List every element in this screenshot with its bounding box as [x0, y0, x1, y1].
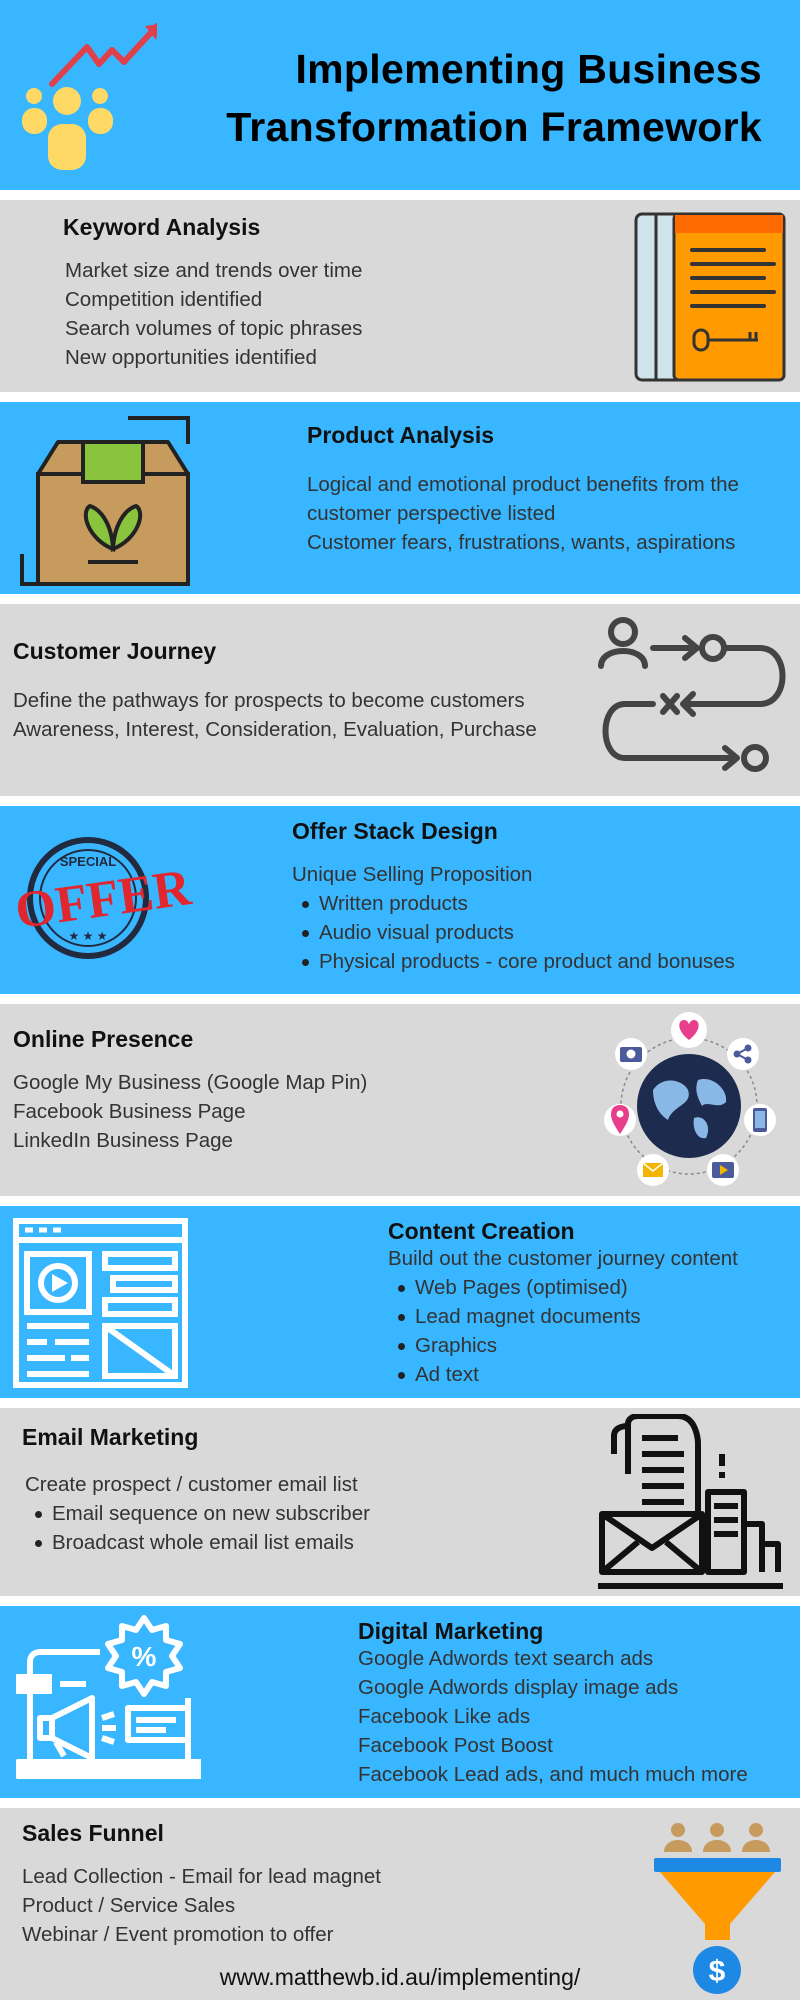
section-offer-stack-design: SPECIAL ★ ★ ★ OFFER Offer Stack Design U… [0, 806, 800, 994]
list-item: Graphics [388, 1331, 738, 1360]
list-item: Facebook Business Page [13, 1100, 246, 1123]
email-document-icon [598, 1414, 783, 1589]
section-items: Logical and emotional product benefits f… [307, 470, 739, 557]
section-title: Online Presence [13, 1026, 194, 1052]
section-items: Define the pathways for prospects to bec… [13, 686, 537, 744]
footer-url[interactable]: www.matthewb.id.au/implementing/ [0, 1964, 800, 1991]
list-item: Facebook Like ads [358, 1705, 531, 1728]
section-content-creation: Content Creation Build out the customer … [0, 1206, 800, 1398]
percent-symbol: % [132, 1641, 157, 1672]
list-item: Product / Service Sales [22, 1894, 236, 1917]
list-item: Customer fears, frustrations, wants, asp… [307, 531, 736, 554]
team-growth-icon [22, 23, 157, 170]
section-title: Sales Funnel [22, 1820, 164, 1846]
list-item: Define the pathways for prospects to bec… [13, 689, 525, 712]
section-title: Product Analysis [307, 422, 495, 448]
section-items: Google Adwords text search ads Google Ad… [358, 1644, 748, 1789]
list-item: Written products [292, 889, 735, 918]
growth-arrow-icon [49, 23, 157, 87]
section-items: Build out the customer journey content W… [388, 1244, 738, 1389]
list-item: Competition identified [65, 288, 263, 311]
list-item: Create prospect / customer email list [25, 1473, 358, 1496]
section-items: Google My Business (Google Map Pin) Face… [13, 1068, 367, 1155]
list-item: Physical products - core product and bon… [292, 947, 735, 976]
section-items: Lead Collection - Email for lead magnet … [22, 1862, 381, 1949]
page-title: Implementing Business Transformation Fra… [226, 40, 762, 156]
list-item: Facebook Lead ads, and much much more [358, 1763, 748, 1786]
list-item: Market size and trends over time [65, 259, 363, 282]
share-icon [727, 1038, 759, 1070]
list-item: Google My Business (Google Map Pin) [13, 1071, 368, 1094]
web-layout-icon [13, 1218, 188, 1388]
list-item: Webinar / Event promotion to offer [22, 1923, 334, 1946]
megaphone-discount-icon: % [16, 1615, 201, 1779]
section-title: Keyword Analysis [63, 214, 261, 240]
section-title: Offer Stack Design [292, 818, 498, 844]
list-item: Search volumes of topic phrases [65, 317, 363, 340]
section-title: Customer Journey [13, 638, 217, 664]
section-customer-journey: Customer Journey Define the pathways for… [0, 604, 800, 796]
section-online-presence: Online Presence Google My Business (Goog… [0, 1004, 800, 1196]
title-line-2: Transformation Framework [226, 104, 762, 150]
list-item: customer perspective listed [307, 502, 556, 525]
list-item: Google Adwords text search ads [358, 1647, 654, 1670]
section-email-marketing: Email Marketing Create prospect / custom… [0, 1408, 800, 1596]
list-item: Facebook Post Boost [358, 1734, 553, 1757]
keyword-book-icon [634, 212, 786, 382]
list-item: Ad text [388, 1360, 738, 1389]
section-items: Create prospect / customer email list Em… [25, 1470, 370, 1557]
list-item: New opportunities identified [65, 346, 317, 369]
section-keyword-analysis: Keyword Analysis Market size and trends … [0, 200, 800, 392]
section-digital-marketing: % Digital Marketing Google Adwords text … [0, 1606, 800, 1798]
list-item: Google Adwords display image ads [358, 1676, 679, 1699]
journey-path-icon [598, 617, 786, 772]
product-box-icon [20, 416, 190, 586]
list-item: LinkedIn Business Page [13, 1129, 233, 1152]
globe-network-icon [604, 1012, 776, 1186]
list-item: Awareness, Interest, Consideration, Eval… [13, 718, 537, 741]
section-product-analysis: Product Analysis Logical and emotional p… [0, 402, 800, 594]
section-items: Market size and trends over time Competi… [65, 256, 362, 372]
list-item: Lead Collection - Email for lead magnet [22, 1865, 381, 1888]
list-item: Email sequence on new subscriber [25, 1499, 370, 1528]
section-title: Email Marketing [22, 1424, 199, 1450]
header-banner: Implementing Business Transformation Fra… [0, 0, 800, 190]
people-icon [664, 1823, 770, 1852]
section-title: Content Creation [388, 1218, 575, 1244]
list-item: Logical and emotional product benefits f… [307, 473, 739, 496]
list-item: Web Pages (optimised) [388, 1273, 738, 1302]
section-items: Unique Selling Proposition Written produ… [292, 860, 735, 976]
list-item: Audio visual products [292, 918, 735, 947]
list-item: Unique Selling Proposition [292, 863, 533, 886]
list-item: Broadcast whole email list emails [25, 1528, 370, 1557]
special-offer-stamp-icon: SPECIAL ★ ★ ★ OFFER [12, 837, 196, 959]
list-item: Lead magnet documents [388, 1302, 738, 1331]
section-title: Digital Marketing [358, 1618, 544, 1644]
list-item: Build out the customer journey content [388, 1247, 738, 1270]
stamp-top-text: SPECIAL [60, 854, 116, 869]
section-sales-funnel: Sales Funnel Lead Collection - Email for… [0, 1808, 800, 2000]
title-line-1: Implementing Business [295, 46, 762, 92]
